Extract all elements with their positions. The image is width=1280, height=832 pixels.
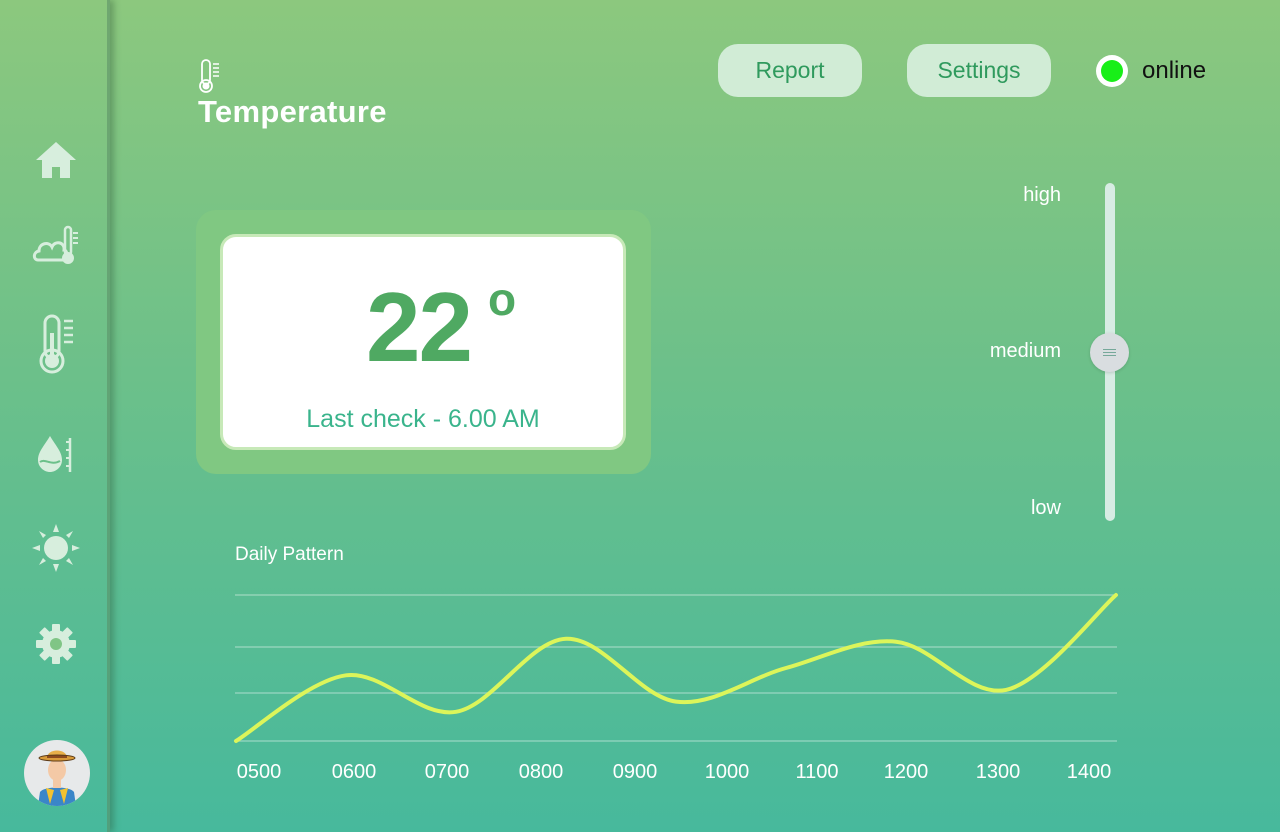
chart-series-line [234,593,1118,743]
chart-x-tick-label: 0500 [237,761,282,783]
chart-x-tick-label: 0700 [425,761,470,783]
chart-x-tick-label: 0600 [332,761,377,783]
chart-x-tick-label: 1400 [1067,761,1112,783]
chart-x-tick-label: 1300 [976,761,1021,783]
daily-pattern-chart: 0500 0600 0700 0800 0900 1000 1100 1200 1300 1400 [234,593,1118,783]
chart-x-tick-label: 0800 [519,761,564,783]
chart-x-tick-label: 1100 [795,761,838,783]
chart-x-tick-label: 1200 [884,761,929,783]
chart-x-tick-label: 1000 [705,761,750,783]
chart-x-tick-label: 0900 [613,761,658,783]
